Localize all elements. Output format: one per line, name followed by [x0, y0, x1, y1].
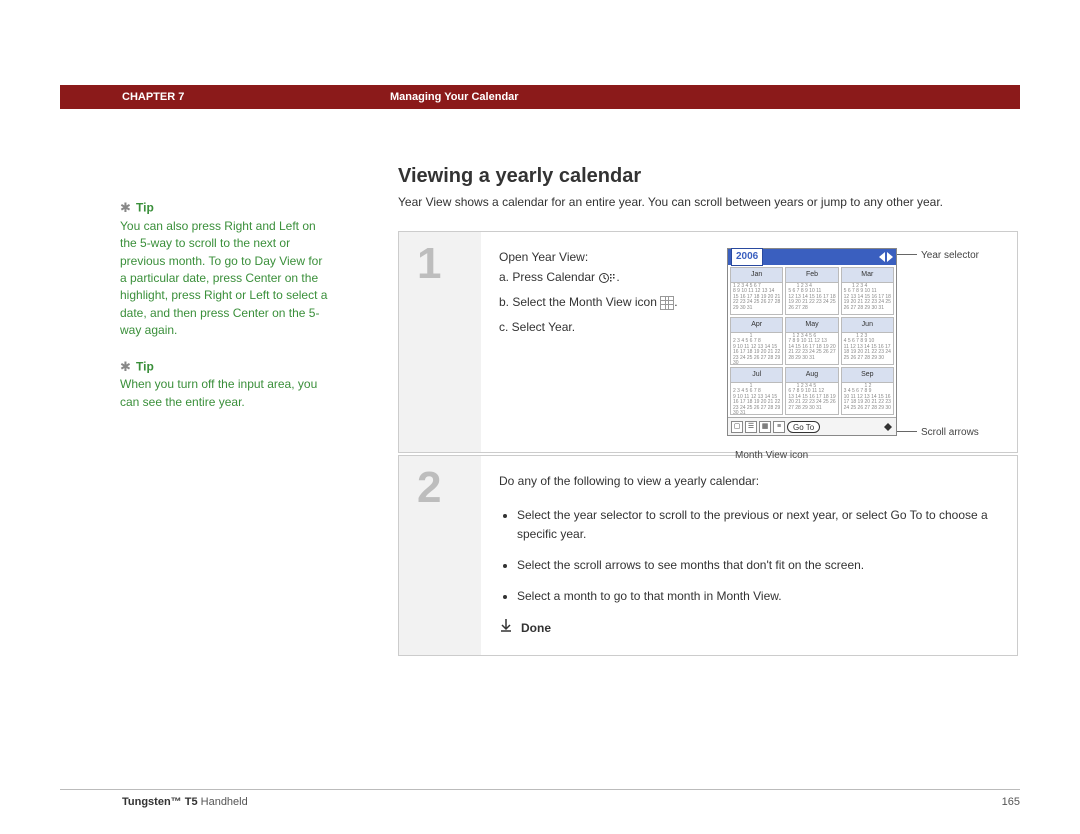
callout-line — [897, 431, 917, 432]
step-number-cell: 1 — [399, 232, 481, 452]
footer-product: Tungsten™ T5 Handheld — [60, 796, 248, 808]
section-heading: Viewing a yearly calendar — [398, 165, 1018, 188]
main-content: Viewing a yearly calendar Year View show… — [398, 165, 1018, 658]
step-number-cell: 2 — [399, 456, 481, 654]
tip-label: Tip — [136, 201, 154, 215]
callout-year-selector: Year selector — [921, 248, 979, 264]
page-footer: Tungsten™ T5 Handheld 165 — [60, 789, 1020, 808]
chapter-label: CHAPTER 7 — [60, 91, 390, 103]
tip-block: ✱ Tip When you turn off the input area, y… — [120, 358, 330, 412]
mini-month-label: Aug — [786, 368, 837, 382]
agenda-view-button[interactable]: ≡ — [773, 421, 785, 433]
page-number: 165 — [1002, 796, 1020, 808]
step-1c: c. Select Year. — [499, 318, 709, 337]
asterisk-icon: ✱ — [120, 358, 132, 377]
year-view-header: 2006 — [728, 249, 896, 265]
mini-month-label: Apr — [731, 318, 782, 332]
step-1b-post: . — [674, 295, 677, 309]
month-view-button[interactable]: ▦ — [759, 421, 771, 433]
step-2: 2 Do any of the following to view a year… — [398, 455, 1018, 655]
callout-month-view-icon: Month View icon — [735, 448, 808, 464]
mini-month[interactable]: Jul 1 2 3 4 5 6 7 8 9 10 11 12 13 14 15 … — [730, 367, 783, 415]
step-1b-pre: b. Select the Month View icon — [499, 295, 660, 309]
year-view-mockup: 2006 Jan1 2 3 4 5 6 7 8 9 10 11 12 13 14… — [727, 248, 897, 436]
mini-month[interactable]: Jan1 2 3 4 5 6 7 8 9 10 11 12 13 14 15 1… — [730, 267, 783, 315]
step-2-bullet: Select a month to go to that month in Mo… — [517, 587, 1001, 606]
year-view-months: Jan1 2 3 4 5 6 7 8 9 10 11 12 13 14 15 1… — [728, 265, 896, 417]
mini-month-label: May — [786, 318, 837, 332]
goto-button[interactable]: Go To — [787, 421, 820, 433]
step-2-lead: Do any of the following to view a yearly… — [499, 472, 1001, 491]
step-1b: b. Select the Month View icon . — [499, 293, 709, 312]
day-view-button[interactable]: ▢ — [731, 421, 743, 433]
step-1a-pre: a. Press Calendar — [499, 270, 598, 284]
callout-line — [897, 254, 917, 255]
scroll-arrows[interactable] — [883, 421, 893, 433]
mini-month-label: Jul — [731, 368, 782, 382]
year-view-footer: ▢ ☰ ▦ ≡ Go To — [728, 417, 896, 435]
mini-month[interactable]: Apr 1 2 3 4 5 6 7 8 9 10 11 12 13 14 15 … — [730, 317, 783, 365]
tip-label: Tip — [136, 359, 154, 373]
year-badge[interactable]: 2006 — [731, 248, 763, 266]
footer-product-rest: Handheld — [198, 796, 248, 808]
step-body: Open Year View: a. Press Calendar . b. S… — [481, 232, 1017, 452]
mini-month[interactable]: May 1 2 3 4 5 6 7 8 9 10 11 12 13 14 15 … — [785, 317, 838, 365]
tips-sidebar: ✱ Tip You can also press Right and Left o… — [120, 199, 330, 429]
step-1-figure: 2006 Jan1 2 3 4 5 6 7 8 9 10 11 12 13 14… — [727, 248, 1001, 436]
mini-month-label: Jun — [842, 318, 893, 332]
mini-month[interactable]: Aug 1 2 3 4 5 6 7 8 9 10 11 12 13 14 15 … — [785, 367, 838, 415]
mini-month-label: Sep — [842, 368, 893, 382]
month-view-icon — [660, 296, 674, 310]
done-arrow-icon — [499, 618, 513, 638]
step-body: Do any of the following to view a yearly… — [481, 456, 1017, 654]
step-1a-post: . — [616, 270, 619, 284]
step-number: 2 — [417, 466, 481, 510]
step-number: 1 — [417, 242, 481, 286]
callout-scroll-arrows: Scroll arrows — [921, 425, 979, 441]
chapter-header: CHAPTER 7 Managing Your Calendar — [60, 85, 1020, 109]
mini-month-label: Feb — [786, 268, 837, 282]
mini-month[interactable]: Feb 1 2 3 4 5 6 7 8 9 10 11 12 13 14 15 … — [785, 267, 838, 315]
step-1-lead: Open Year View: — [499, 248, 709, 267]
done-row: Done — [499, 618, 1001, 638]
section-intro: Year View shows a calendar for an entire… — [398, 194, 1018, 211]
mini-month[interactable]: Mar 1 2 3 4 5 6 7 8 9 10 11 12 13 14 15 … — [841, 267, 894, 315]
prev-year-icon[interactable] — [879, 252, 885, 262]
mini-month[interactable]: Sep 1 2 3 4 5 6 7 8 9 10 11 12 13 14 15 … — [841, 367, 894, 415]
chapter-title: Managing Your Calendar — [390, 91, 519, 103]
step-1: 1 Open Year View: a. Press Calendar . b.… — [398, 231, 1018, 453]
step-1a: a. Press Calendar . — [499, 268, 709, 287]
step-1-text: Open Year View: a. Press Calendar . b. S… — [499, 248, 709, 436]
tip-block: ✱ Tip You can also press Right and Left o… — [120, 199, 330, 340]
mini-month-label: Mar — [842, 268, 893, 282]
scroll-down-icon[interactable] — [884, 427, 892, 431]
next-year-icon[interactable] — [887, 252, 893, 262]
mini-month[interactable]: Jun 1 2 3 4 5 6 7 8 9 10 11 12 13 14 15 … — [841, 317, 894, 365]
year-selector-arrows[interactable] — [879, 252, 893, 262]
week-view-button[interactable]: ☰ — [745, 421, 757, 433]
asterisk-icon: ✱ — [120, 199, 132, 218]
mini-month-label: Jan — [731, 268, 782, 282]
footer-product-name: Tungsten™ T5 — [122, 796, 198, 808]
step-2-bullet: Select the year selector to scroll to th… — [517, 506, 1001, 544]
step-2-bullet: Select the scroll arrows to see months t… — [517, 556, 1001, 575]
calendar-app-icon — [598, 271, 616, 283]
done-label: Done — [521, 619, 551, 638]
tip-body: When you turn off the input area, you ca… — [120, 376, 330, 411]
tip-body: You can also press Right and Left on the… — [120, 218, 330, 340]
